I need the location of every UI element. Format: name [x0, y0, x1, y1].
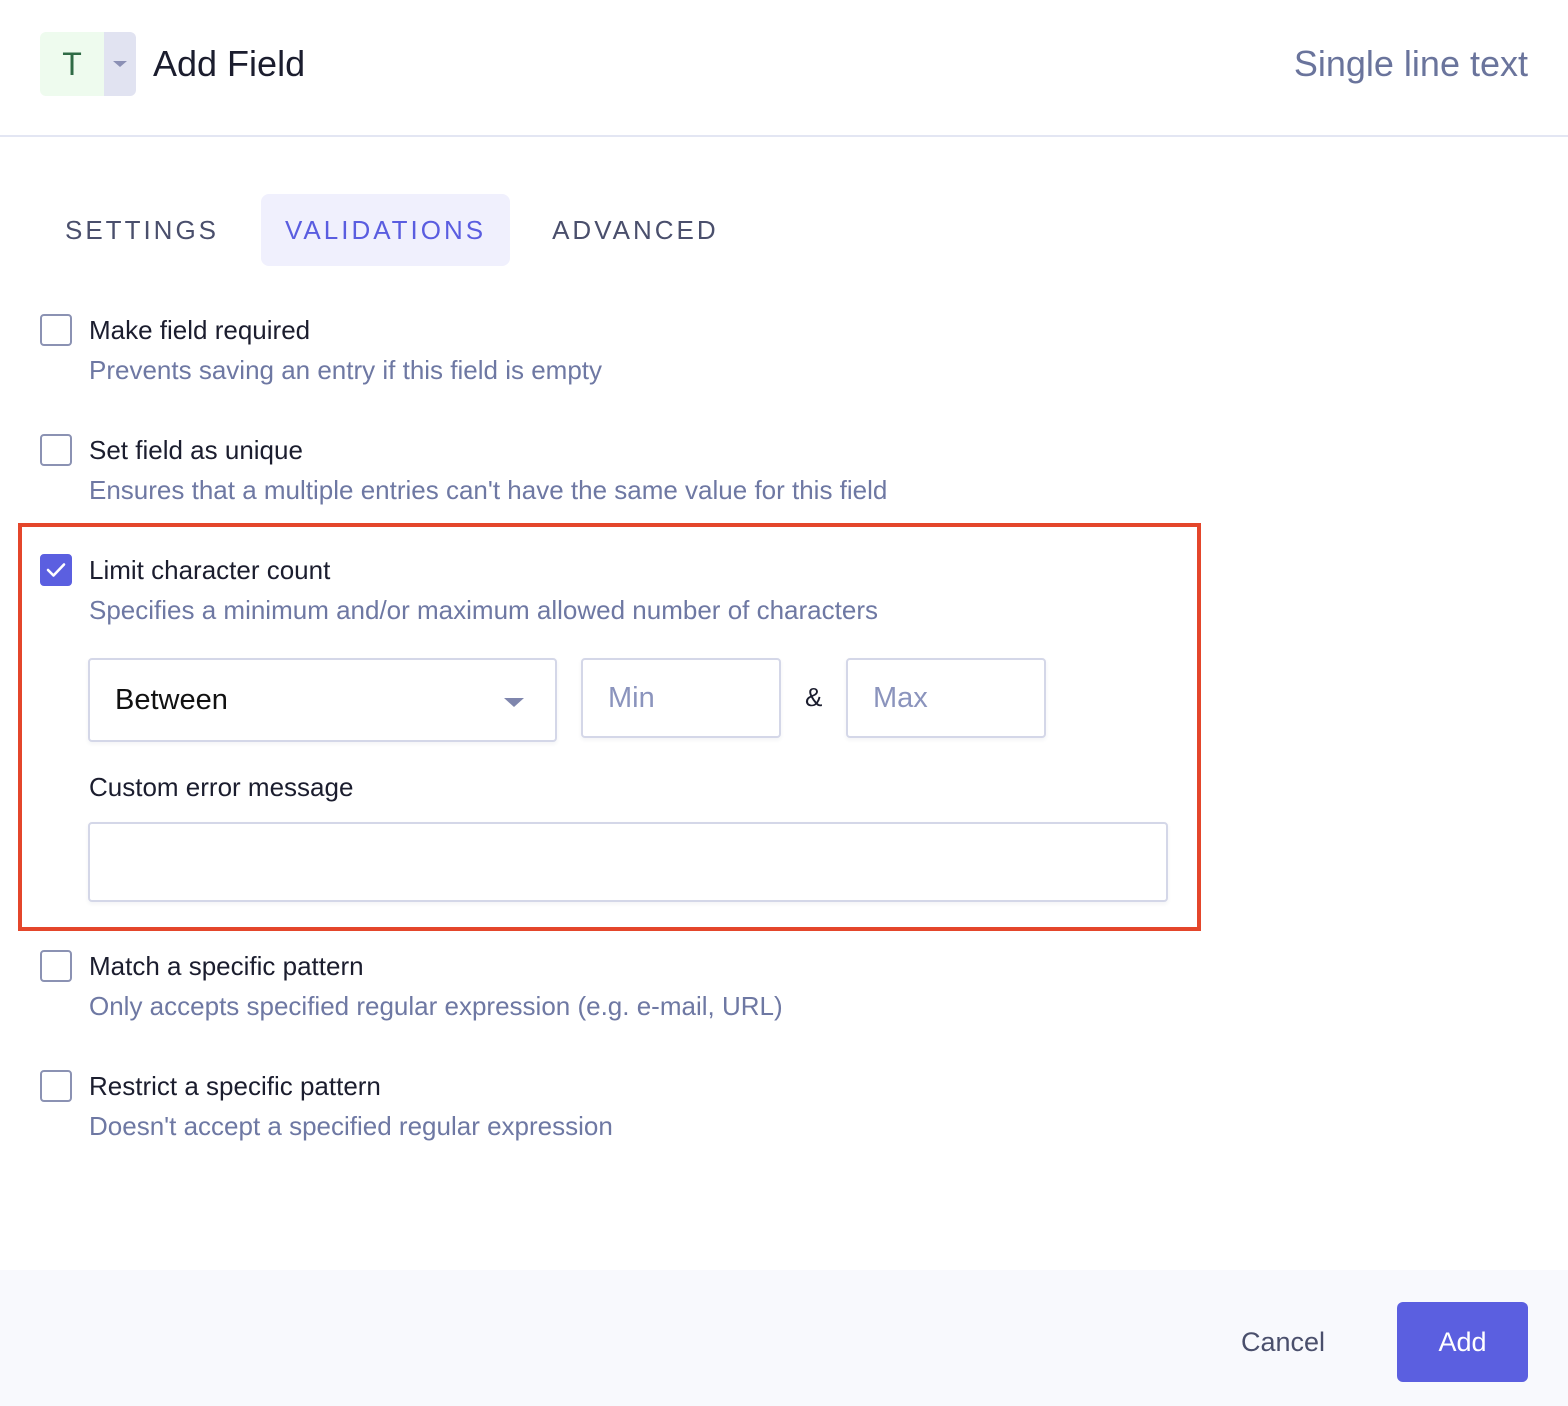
add-button[interactable]: Add — [1397, 1302, 1528, 1382]
range-separator: & — [805, 682, 823, 712]
required-checkbox[interactable] — [40, 314, 72, 346]
option-description: Prevents saving an entry if this field i… — [89, 355, 603, 385]
custom-error-label: Custom error message — [89, 772, 354, 802]
validation-required: Make field required Prevents saving an e… — [40, 314, 1160, 386]
selected-mode: Between — [115, 683, 228, 716]
char-count-checkbox[interactable] — [40, 554, 72, 586]
char-limit-mode-select[interactable]: Between — [88, 658, 557, 742]
option-description: Ensures that a multiple entries can't ha… — [89, 475, 888, 505]
tab-advanced[interactable]: ADVANCED — [527, 194, 744, 266]
option-label: Match a specific pattern — [89, 950, 364, 981]
field-type-picker[interactable]: T — [40, 32, 136, 96]
max-input[interactable] — [846, 658, 1046, 738]
option-description: Doesn't accept a specified regular expre… — [89, 1111, 613, 1141]
option-label: Limit character count — [89, 554, 331, 585]
tab-settings[interactable]: SETTINGS — [40, 194, 244, 266]
validation-restrict-pattern: Restrict a specific pattern Doesn't acce… — [40, 1070, 1160, 1142]
option-description: Only accepts specified regular expressio… — [89, 991, 783, 1021]
validation-unique: Set field as unique Ensures that a multi… — [40, 434, 1160, 506]
custom-error-input[interactable] — [88, 822, 1168, 902]
min-input[interactable] — [581, 658, 781, 738]
caret-down-icon — [504, 698, 524, 707]
unique-checkbox[interactable] — [40, 434, 72, 466]
option-label: Make field required — [89, 314, 311, 345]
text-type-icon: T — [40, 32, 104, 96]
option-label: Restrict a specific pattern — [89, 1070, 381, 1101]
validation-char-count: Limit character count Specifies a minimu… — [40, 554, 1160, 626]
dialog-header: T Add Field Single line text — [0, 0, 1568, 137]
validation-match-pattern: Match a specific pattern Only accepts sp… — [40, 950, 1160, 1022]
tab-validations[interactable]: VALIDATIONS — [261, 194, 511, 266]
match-pattern-checkbox[interactable] — [40, 950, 72, 982]
cancel-button[interactable]: Cancel — [1220, 1302, 1346, 1382]
chevron-down-icon[interactable] — [104, 32, 136, 96]
option-label: Set field as unique — [89, 434, 303, 465]
tab-bar: SETTINGS VALIDATIONS ADVANCED — [40, 194, 744, 266]
dialog-title: Add Field — [153, 43, 306, 84]
restrict-pattern-checkbox[interactable] — [40, 1070, 72, 1102]
option-description: Specifies a minimum and/or maximum allow… — [89, 595, 878, 625]
checkmark-icon — [46, 563, 66, 577]
field-type-label: Single line text — [1293, 43, 1528, 84]
